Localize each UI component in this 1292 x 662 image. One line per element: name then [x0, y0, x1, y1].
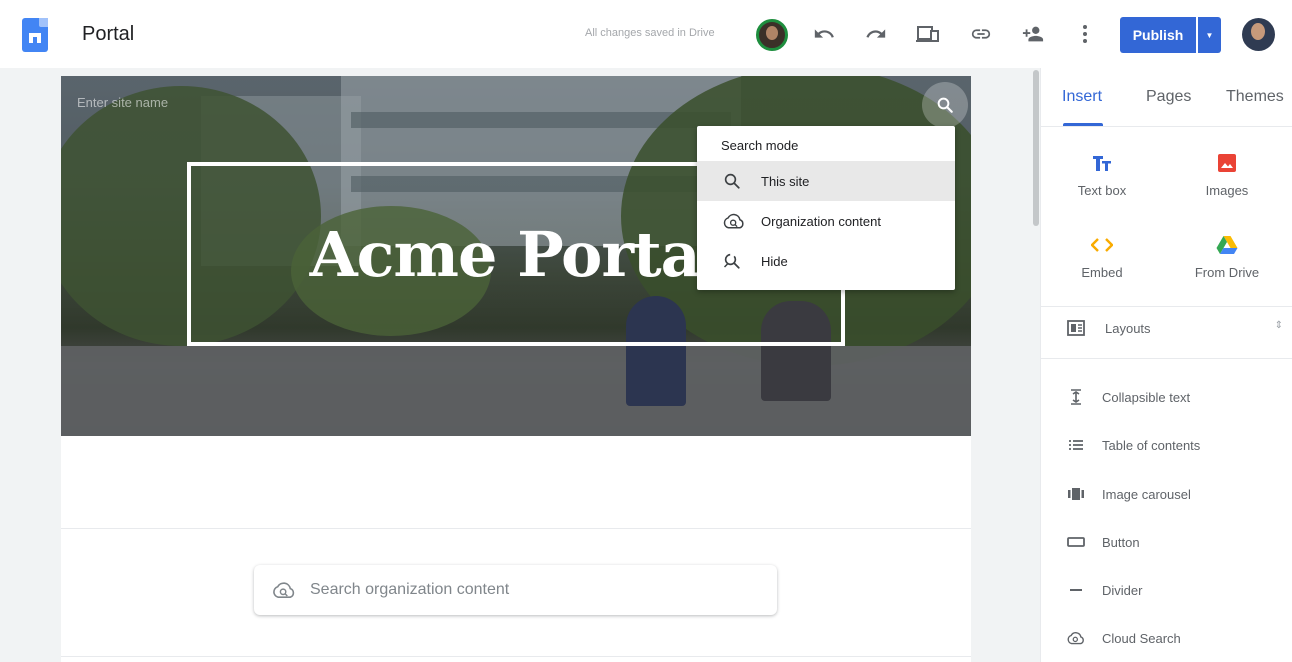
insert-button[interactable]: Button — [1041, 524, 1292, 560]
user-avatar[interactable] — [1242, 18, 1275, 51]
search-mode-label: This site — [761, 173, 810, 189]
search-off-icon — [723, 253, 740, 269]
layouts-section[interactable]: Layouts ⇕ — [1041, 308, 1292, 348]
component-label: Collapsible text — [1102, 389, 1191, 405]
sites-logo-icon[interactable] — [22, 18, 48, 52]
share-add-person-icon[interactable] — [1021, 22, 1045, 46]
tab-themes[interactable]: Themes — [1226, 88, 1284, 106]
component-label: Divider — [1102, 582, 1143, 598]
undo-icon[interactable] — [812, 22, 836, 46]
table-of-contents-icon — [1065, 439, 1087, 451]
publish-options-chevron-icon[interactable]: ▼ — [1198, 17, 1221, 53]
org-search-box[interactable]: Search organization content — [254, 565, 777, 615]
drive-icon — [1216, 234, 1238, 256]
search-mode-header: Search mode — [721, 138, 799, 153]
component-label: Image carousel — [1102, 486, 1191, 502]
insert-collapsible-text[interactable]: Collapsible text — [1041, 379, 1292, 415]
component-label: Table of contents — [1102, 437, 1201, 453]
panel-divider — [1041, 126, 1292, 127]
site-search-button[interactable] — [922, 82, 968, 128]
component-label: Cloud Search — [1102, 630, 1181, 646]
publish-button[interactable]: Publish — [1120, 17, 1196, 53]
insert-from-drive[interactable]: From Drive — [1172, 234, 1282, 294]
insert-images[interactable]: Images — [1172, 152, 1282, 212]
org-search-placeholder: Search organization content — [310, 581, 510, 598]
top-bar: Portal All changes saved in Drive Publis… — [0, 0, 1292, 68]
page-title[interactable]: Acme Portal — [310, 218, 724, 291]
search-mode-hide[interactable]: Hide — [697, 241, 955, 281]
divider-icon — [1065, 588, 1087, 592]
insert-image-carousel[interactable]: Image carousel — [1041, 476, 1292, 512]
tab-pages[interactable]: Pages — [1146, 88, 1191, 106]
layouts-label: Layouts — [1105, 320, 1151, 336]
insert-table-of-contents[interactable]: Table of contents — [1041, 427, 1292, 463]
component-label: Button — [1102, 534, 1140, 550]
collapsible-text-icon — [1065, 388, 1087, 406]
site-name-placeholder[interactable]: Enter site name — [77, 95, 168, 110]
image-carousel-icon — [1065, 487, 1087, 501]
cloud-search-icon — [1065, 631, 1087, 645]
tab-insert[interactable]: Insert — [1062, 88, 1102, 106]
doc-title[interactable]: Portal — [82, 23, 134, 46]
link-icon[interactable] — [969, 22, 993, 46]
more-vert-icon[interactable] — [1073, 22, 1097, 46]
canvas-scrollbar[interactable] — [1033, 70, 1039, 226]
panel-divider — [1041, 306, 1292, 307]
insert-divider[interactable]: Divider — [1041, 572, 1292, 608]
section-divider — [61, 656, 971, 657]
save-status: All changes saved in Drive — [585, 27, 715, 39]
search-mode-this-site[interactable]: This site — [697, 161, 955, 201]
tile-label: Embed — [1081, 265, 1123, 280]
cloud-search-icon — [273, 582, 295, 599]
search-mode-label: Organization content — [761, 213, 881, 229]
insert-embed[interactable]: Embed — [1047, 234, 1157, 294]
tile-label: From Drive — [1194, 265, 1260, 280]
search-mode-menu: Search mode This site Organization conte… — [697, 126, 955, 290]
tile-label: Text box — [1077, 183, 1127, 198]
insert-cloud-search[interactable]: Cloud Search — [1041, 620, 1292, 656]
insert-panel: Insert Pages Themes Text box Images Embe… — [1040, 68, 1292, 662]
embed-icon — [1091, 234, 1113, 256]
layouts-icon — [1067, 320, 1085, 336]
collaborator-avatar[interactable] — [756, 19, 788, 51]
image-icon — [1217, 152, 1237, 174]
button-icon — [1065, 537, 1087, 547]
search-mode-label: Hide — [761, 253, 788, 269]
tile-label: Images — [1205, 183, 1249, 198]
text-box-icon — [1092, 152, 1112, 174]
preview-devices-icon[interactable] — [916, 22, 940, 46]
panel-divider — [1041, 358, 1292, 359]
insert-text-box[interactable]: Text box — [1047, 152, 1157, 212]
redo-icon[interactable] — [864, 22, 888, 46]
search-icon — [724, 173, 740, 189]
search-mode-organization-content[interactable]: Organization content — [697, 201, 955, 241]
cloud-search-icon — [723, 213, 744, 229]
search-icon — [937, 97, 953, 113]
expand-collapse-icon[interactable]: ⇕ — [1275, 320, 1283, 331]
header-image-ground — [61, 346, 971, 436]
section-divider — [61, 528, 971, 529]
